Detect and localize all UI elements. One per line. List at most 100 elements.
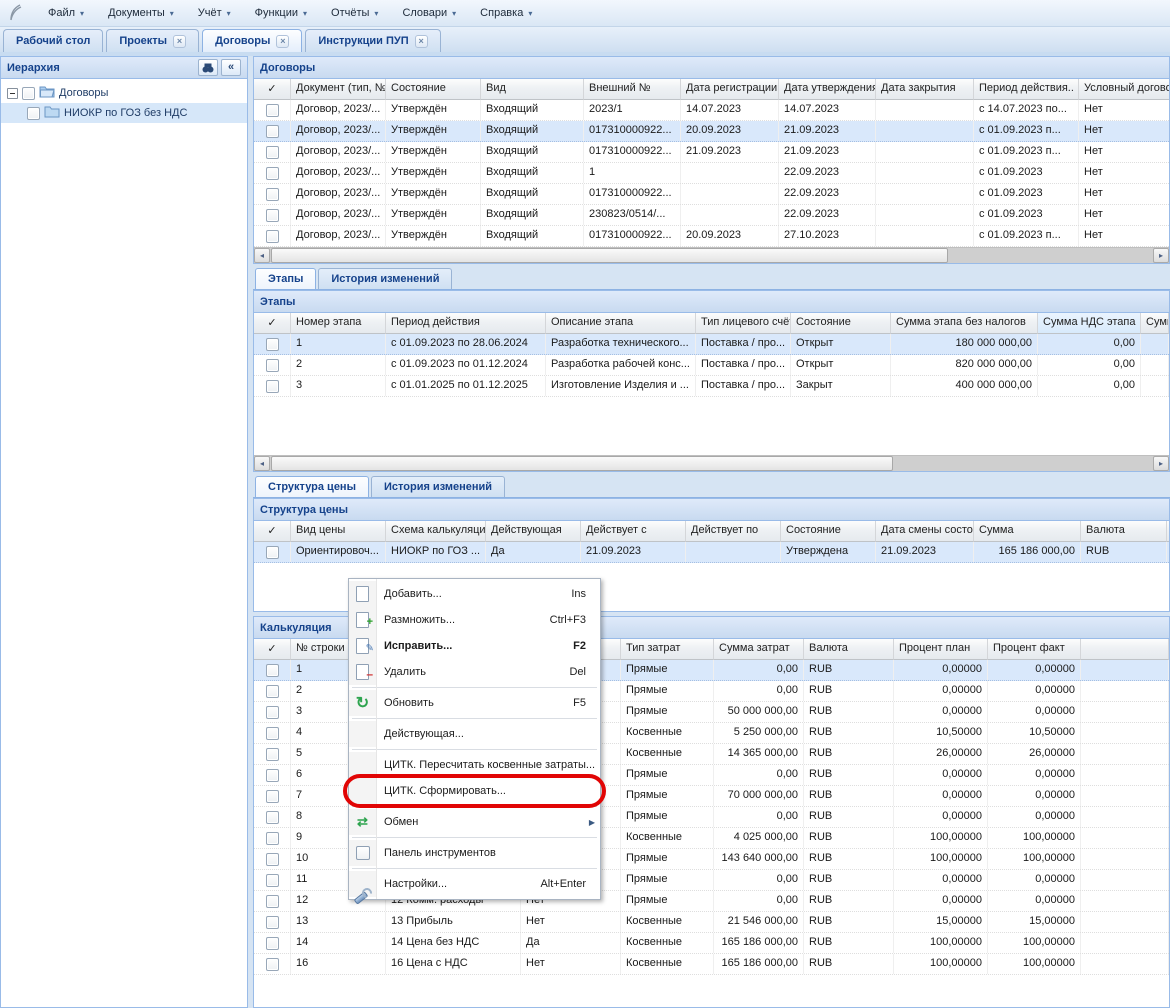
column-header[interactable]: Процент план: [894, 639, 988, 660]
menubar-item[interactable]: Файл▾: [36, 3, 96, 23]
row-checkbox[interactable]: [266, 209, 279, 222]
close-icon[interactable]: ×: [276, 35, 289, 48]
scroll-thumb[interactable]: [271, 248, 948, 263]
scroll-right-icon[interactable]: ▸: [1153, 456, 1169, 471]
table-row[interactable]: Договор, 2023/...УтверждёнВходящий122.09…: [254, 163, 1169, 184]
close-icon[interactable]: ×: [415, 35, 428, 48]
column-header[interactable]: Состояние: [781, 521, 876, 542]
column-header[interactable]: Вид цены: [291, 521, 386, 542]
column-header[interactable]: Действует с: [581, 521, 686, 542]
menu-item[interactable]: Обмен▶: [349, 809, 600, 835]
table-row[interactable]: Договор, 2023/...УтверждёнВходящий017310…: [254, 142, 1169, 163]
tree-checkbox[interactable]: [27, 107, 40, 120]
column-header[interactable]: ✓: [254, 313, 291, 334]
row-checkbox[interactable]: [266, 958, 279, 971]
menu-item[interactable]: Добавить...Ins: [349, 581, 600, 607]
row-checkbox[interactable]: [266, 146, 279, 159]
row-checkbox[interactable]: [266, 937, 279, 950]
row-checkbox[interactable]: [266, 167, 279, 180]
table-row[interactable]: 1616 Цена с НДСНетКосвенные165 186 000,0…: [254, 954, 1169, 975]
menu-item[interactable]: Размножить...Ctrl+F3: [349, 607, 600, 633]
row-checkbox[interactable]: [266, 895, 279, 908]
menu-item[interactable]: УдалитьDel: [349, 659, 600, 685]
menu-item[interactable]: Панель инструментов: [349, 840, 600, 866]
menubar-item[interactable]: Функции▾: [243, 3, 319, 23]
column-header[interactable]: Сумма НДС этапа: [1038, 313, 1141, 334]
menubar-item[interactable]: Документы▾: [96, 3, 186, 23]
collapse-panel-icon[interactable]: «: [221, 59, 241, 76]
column-header[interactable]: Сумма этапа без налогов: [891, 313, 1038, 334]
column-header[interactable]: Состояние: [791, 313, 891, 334]
column-header[interactable]: Дата утверждения: [779, 79, 876, 100]
table-row[interactable]: Договор, 2023/...УтверждёнВходящий230823…: [254, 205, 1169, 226]
close-icon[interactable]: ×: [173, 35, 186, 48]
menu-item[interactable]: ЦИТК. Сформировать...: [349, 778, 600, 804]
subtab[interactable]: Структура цены: [255, 476, 369, 497]
column-header[interactable]: Тип лицевого счёт: [696, 313, 791, 334]
column-header[interactable]: Валюта: [1081, 521, 1167, 542]
column-header[interactable]: Схема калькуляци: [386, 521, 486, 542]
subtab[interactable]: История изменений: [371, 476, 505, 497]
row-checkbox[interactable]: [266, 811, 279, 824]
tree-checkbox[interactable]: [22, 87, 35, 100]
main-tab[interactable]: Проекты×: [106, 29, 199, 52]
row-checkbox[interactable]: [266, 104, 279, 117]
table-row[interactable]: Ориентировоч...НИОКР по ГОЗ ...Да21.09.2…: [254, 542, 1169, 563]
row-checkbox[interactable]: [266, 230, 279, 243]
scroll-thumb[interactable]: [271, 456, 893, 471]
menu-item[interactable]: Исправить...F2: [349, 633, 600, 659]
menu-item[interactable]: ЦИТК. Пересчитать косвенные затраты...: [349, 752, 600, 778]
horizontal-scrollbar[interactable]: ◂ ▸: [254, 455, 1169, 471]
row-checkbox[interactable]: [266, 380, 279, 393]
subtab[interactable]: Этапы: [255, 268, 316, 289]
subtab[interactable]: История изменений: [318, 268, 452, 289]
row-checkbox[interactable]: [266, 748, 279, 761]
row-checkbox[interactable]: [266, 769, 279, 782]
row-checkbox[interactable]: [266, 853, 279, 866]
row-checkbox[interactable]: [266, 664, 279, 677]
column-header[interactable]: Дата регистрации.: [681, 79, 779, 100]
column-header[interactable]: [1081, 639, 1169, 660]
main-tab[interactable]: Инструкции ПУП×: [305, 29, 440, 52]
tree-node-contracts[interactable]: Договоры: [1, 83, 247, 103]
menu-item[interactable]: ОбновитьF5: [349, 690, 600, 716]
row-checkbox[interactable]: [266, 706, 279, 719]
table-row[interactable]: Договор, 2023/...УтверждёнВходящий017310…: [254, 226, 1169, 247]
horizontal-scrollbar[interactable]: ◂ ▸: [254, 247, 1169, 263]
table-row[interactable]: Договор, 2023/...УтверждёнВходящий2023/1…: [254, 100, 1169, 121]
table-row[interactable]: 3с 01.01.2025 по 01.12.2025Изготовление …: [254, 376, 1169, 397]
table-row[interactable]: 1с 01.09.2023 по 28.06.2024Разработка те…: [254, 334, 1169, 355]
column-header[interactable]: Документ (тип, №: [291, 79, 386, 100]
column-header[interactable]: Вид: [481, 79, 584, 100]
row-checkbox[interactable]: [266, 546, 279, 559]
column-header[interactable]: Состояние: [386, 79, 481, 100]
row-checkbox[interactable]: [266, 874, 279, 887]
column-header[interactable]: Период действия: [386, 313, 546, 334]
menu-item[interactable]: Настройки...Alt+Enter: [349, 871, 600, 897]
column-header[interactable]: Сумм: [1141, 313, 1169, 334]
column-header[interactable]: Действующая: [486, 521, 581, 542]
scroll-left-icon[interactable]: ◂: [254, 456, 270, 471]
column-header[interactable]: Дата смены состоя: [876, 521, 974, 542]
row-checkbox[interactable]: [266, 790, 279, 803]
column-header[interactable]: Внешний №: [584, 79, 681, 100]
table-row[interactable]: 1313 ПрибыльНетКосвенные21 546 000,00RUB…: [254, 912, 1169, 933]
row-checkbox[interactable]: [266, 338, 279, 351]
scroll-right-icon[interactable]: ▸: [1153, 248, 1169, 263]
search-icon[interactable]: [198, 59, 218, 76]
column-header[interactable]: Процент факт: [988, 639, 1081, 660]
column-header[interactable]: ✓: [254, 79, 291, 100]
column-header[interactable]: ✓: [254, 639, 291, 660]
row-checkbox[interactable]: [266, 727, 279, 740]
column-header[interactable]: Валюта: [804, 639, 894, 660]
column-header[interactable]: ✓: [254, 521, 291, 542]
column-header[interactable]: Сумма затрат: [714, 639, 804, 660]
tree-expander-icon[interactable]: [7, 88, 18, 99]
column-header[interactable]: Тип затрат: [621, 639, 714, 660]
table-row[interactable]: 1414 Цена без НДСДаКосвенные165 186 000,…: [254, 933, 1169, 954]
table-row[interactable]: Договор, 2023/...УтверждёнВходящий017310…: [254, 184, 1169, 205]
row-checkbox[interactable]: [266, 125, 279, 138]
column-header[interactable]: [1167, 521, 1169, 542]
menu-item[interactable]: Действующая...: [349, 721, 600, 747]
row-checkbox[interactable]: [266, 832, 279, 845]
